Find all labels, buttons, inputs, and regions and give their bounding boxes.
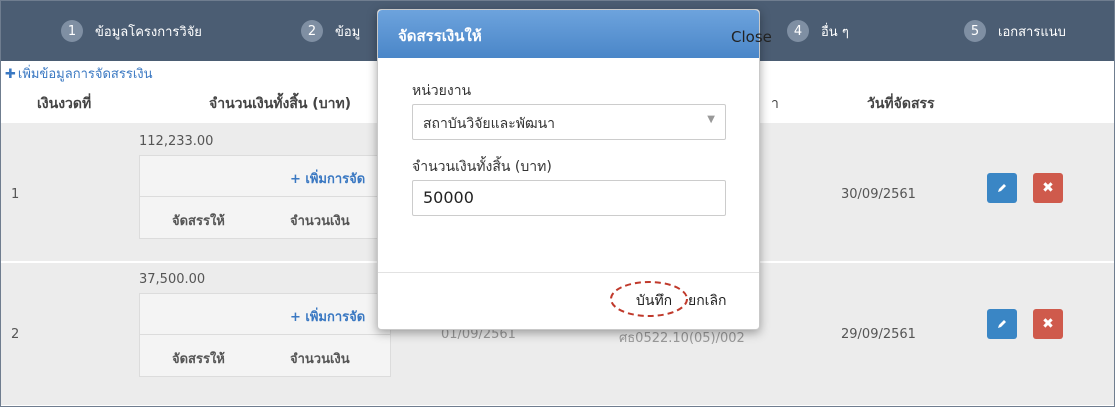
add-sub-allocation-link[interactable]: + เพิ่มการจัด bbox=[290, 306, 365, 327]
header-total-amount: จำนวนเงินทั้งสิ้น (บาท) bbox=[209, 96, 352, 112]
step-label: ข้อมูลโครงการวิจัย bbox=[95, 24, 202, 40]
plus-icon: ✚ bbox=[5, 67, 16, 82]
row-date: 29/09/2561 bbox=[841, 327, 916, 342]
delete-button[interactable]: ✖ bbox=[1033, 173, 1063, 203]
sub-header-allocate-to: จัดสรรให้ bbox=[172, 214, 225, 229]
step-label: อื่น ๆ bbox=[821, 24, 849, 40]
step-number: 1 bbox=[61, 20, 83, 42]
unit-label: หน่วยงาน bbox=[412, 83, 472, 99]
close-button[interactable]: Close bbox=[731, 28, 772, 46]
modal-title: จัดสรรเงินให้ bbox=[398, 27, 482, 45]
modal-footer-divider bbox=[378, 272, 759, 273]
amount-field[interactable]: 50000 bbox=[412, 180, 726, 216]
row-index: 1 bbox=[11, 187, 20, 202]
step-2[interactable]: 2 ข้อมู bbox=[301, 1, 360, 61]
step-number: 4 bbox=[787, 20, 809, 42]
chevron-down-icon: ▼ bbox=[707, 114, 715, 125]
row-total: 37,500.00 bbox=[139, 272, 206, 287]
modal-header: จัดสรรเงินให้ bbox=[378, 10, 759, 58]
sub-header-amount: จำนวนเงิน bbox=[290, 352, 350, 367]
close-icon: ✖ bbox=[1042, 316, 1054, 332]
divider bbox=[140, 334, 390, 335]
row-date: 30/09/2561 bbox=[841, 187, 916, 202]
pencil-icon bbox=[998, 320, 1006, 328]
add-allocation-link[interactable]: ✚ เพิ่มข้อมูลการจัดสรรเงิน bbox=[5, 63, 153, 84]
pencil-icon bbox=[998, 184, 1006, 192]
step-1[interactable]: 1 ข้อมูลโครงการวิจัย bbox=[61, 1, 202, 61]
add-allocation-label: เพิ่มข้อมูลการจัดสรรเงิน bbox=[17, 67, 153, 82]
step-number: 5 bbox=[964, 20, 986, 42]
step-label: ข้อมู bbox=[335, 24, 361, 40]
step-label: เอกสารแนบ bbox=[998, 24, 1066, 40]
highlight-ring bbox=[610, 281, 688, 317]
amount-label: จำนวนเงินทั้งสิ้น (บาท) bbox=[412, 159, 552, 175]
unit-select-value: สถาบันวิจัยและพัฒนา bbox=[423, 116, 556, 132]
edit-button[interactable] bbox=[987, 173, 1017, 203]
header-allocation-date: วันที่จัดสรร bbox=[867, 96, 935, 112]
step-number: 2 bbox=[301, 20, 323, 42]
sub-allocation-table: + เพิ่มการจัด จัดสรรให้ จำนวนเงิน bbox=[139, 155, 391, 239]
sub-header-amount: จำนวนเงิน bbox=[290, 214, 350, 229]
unit-select[interactable]: สถาบันวิจัยและพัฒนา ▼ bbox=[412, 104, 726, 140]
sub-header-allocate-to: จัดสรรให้ bbox=[172, 352, 225, 367]
edit-button[interactable] bbox=[987, 309, 1017, 339]
add-sub-allocation-link[interactable]: + เพิ่มการจัด bbox=[290, 168, 365, 189]
row-total: 112,233.00 bbox=[139, 134, 214, 149]
amount-field-value: 50000 bbox=[423, 188, 474, 207]
delete-button[interactable]: ✖ bbox=[1033, 309, 1063, 339]
sub-allocation-table: + เพิ่มการจัด จัดสรรให้ จำนวนเงิน bbox=[139, 293, 391, 377]
allocation-modal: จัดสรรเงินให้ หน่วยงาน สถาบันวิจัยและพัฒ… bbox=[377, 9, 760, 330]
header-partial: า bbox=[771, 96, 779, 112]
step-5[interactable]: 5 เอกสารแนบ bbox=[964, 1, 1066, 61]
row-index: 2 bbox=[11, 327, 20, 342]
cancel-button[interactable]: ยกเลิก bbox=[688, 290, 727, 312]
header-installment: เงินงวดที่ bbox=[37, 96, 92, 112]
step-4[interactable]: 4 อื่น ๆ bbox=[787, 1, 849, 61]
partial-ref: ศธ0522.10(05)/002 bbox=[619, 331, 745, 346]
divider bbox=[140, 196, 390, 197]
close-icon: ✖ bbox=[1042, 180, 1054, 196]
